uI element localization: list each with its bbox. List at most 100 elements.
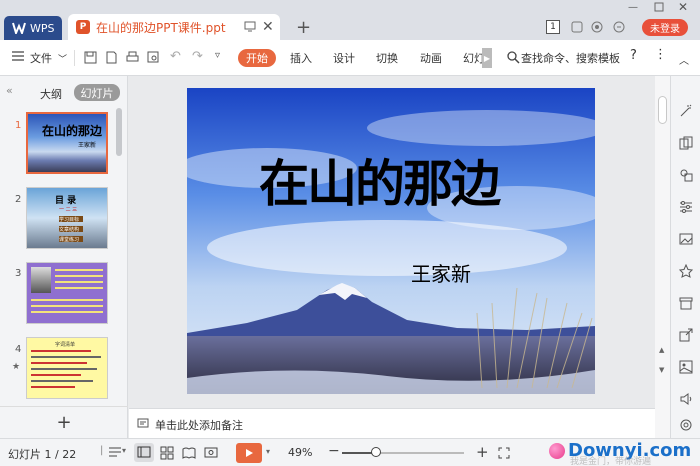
slide-thumbnail-2[interactable]: 目 录 一 二 三 学习目标 文章结构 课堂练习: [26, 187, 108, 249]
minimize-window-icon[interactable]: —: [628, 2, 638, 13]
zoom-out-button[interactable]: −: [328, 443, 340, 459]
thumbnail-scrollbar[interactable]: [116, 108, 122, 156]
save-icon[interactable]: [84, 51, 97, 64]
slide-sorter-icon[interactable]: [160, 446, 174, 460]
picture-icon[interactable]: [679, 232, 693, 246]
notes-icon: [137, 418, 149, 433]
collapse-panel-icon[interactable]: «: [6, 84, 13, 97]
customize-toolbar-icon[interactable]: ▿: [215, 50, 220, 61]
thumb-item: 文章结构: [59, 226, 83, 233]
thumb-item: 课堂练习: [59, 236, 83, 243]
menu-icon[interactable]: [12, 51, 24, 61]
status-bar: 幻灯片 1 / 22 | ▾ ▾ 49% − + Downyi.com 我是金门…: [0, 438, 700, 466]
slide-editor[interactable]: 在山的那边 王家新: [187, 88, 595, 394]
slide-number: 3: [15, 268, 22, 279]
thumb-text-line: [55, 281, 103, 283]
tab-outline[interactable]: 大纲: [40, 86, 62, 102]
tab-animation[interactable]: 动画: [420, 50, 442, 66]
notes-pane[interactable]: 单击此处添加备注: [129, 408, 655, 438]
magic-wand-icon[interactable]: [679, 104, 693, 118]
mountain-background-image: [187, 88, 595, 394]
close-tab-icon[interactable]: ✕: [262, 19, 274, 35]
redo-icon[interactable]: ↷: [192, 49, 203, 64]
normal-view-icon: [137, 446, 151, 458]
scroll-down-icon[interactable]: ▼: [659, 366, 664, 374]
more-options-icon[interactable]: ⋮: [654, 47, 667, 62]
ribbon-scroll-right-icon[interactable]: ▶: [482, 48, 492, 68]
title-bar: WPS P 在山的那边PPT课件.ppt ✕ + 1 — ✕ 未登录: [0, 0, 700, 40]
animation-star-icon: ★: [12, 362, 21, 372]
zoom-slider-thumb[interactable]: [371, 447, 381, 457]
play-slideshow-button[interactable]: [236, 443, 262, 463]
star-icon[interactable]: [679, 264, 693, 278]
presenter-view-icon[interactable]: [204, 446, 218, 460]
portrait-image: [31, 267, 51, 293]
scrollbar-thumb[interactable]: [658, 96, 667, 124]
search-icon[interactable]: [507, 51, 520, 64]
tab-slides[interactable]: 幻灯片: [74, 84, 120, 101]
document-tab[interactable]: P 在山的那边PPT课件.ppt ✕: [68, 14, 280, 40]
undo-icon[interactable]: ↶: [170, 49, 181, 64]
shapes-icon[interactable]: [679, 168, 693, 182]
collapse-ribbon-icon[interactable]: ︿: [679, 52, 689, 67]
tab-insert[interactable]: 插入: [290, 50, 312, 66]
share-icon[interactable]: [612, 20, 626, 34]
share-export-icon[interactable]: [679, 328, 693, 342]
maximize-window-icon[interactable]: [654, 2, 664, 12]
new-tab-icon[interactable]: +: [296, 17, 311, 38]
copy-style-icon[interactable]: [679, 136, 693, 150]
slide-thumbnail-4[interactable]: 字词清单: [26, 337, 108, 399]
thumb-text-line: [31, 299, 103, 301]
wps-home-tab[interactable]: WPS: [4, 16, 62, 40]
thumb-title: 目 录: [55, 196, 77, 206]
watermark-sub: 我是金门，带你游遍: [570, 457, 652, 466]
zoom-level[interactable]: 49%: [288, 446, 312, 459]
properties-icon[interactable]: [679, 200, 693, 214]
fit-to-window-icon[interactable]: [498, 447, 510, 459]
watermark-logo-icon: [549, 443, 565, 459]
reading-view-icon[interactable]: [182, 446, 196, 460]
close-window-icon[interactable]: ✕: [678, 0, 688, 14]
slide-thumbnail-panel: « 大纲 幻灯片 1 在山的那边 王家新 2 目 录 一 二 三 学习目标 文章…: [0, 76, 128, 438]
add-slide-button[interactable]: +: [0, 406, 128, 438]
settings-icon[interactable]: [679, 418, 693, 432]
export-pdf-icon[interactable]: [105, 51, 118, 64]
file-menu[interactable]: 文件: [30, 50, 52, 66]
notes-placeholder[interactable]: 单击此处添加备注: [155, 417, 243, 433]
right-task-pane-bar: [670, 76, 700, 438]
slide-counter: 幻灯片 1 / 22: [8, 448, 77, 461]
speaker-icon[interactable]: [679, 392, 693, 406]
collaboration-icon[interactable]: [590, 20, 604, 34]
thumb-title: 字词清单: [55, 342, 76, 348]
print-preview-icon[interactable]: [147, 51, 160, 64]
window-count-badge[interactable]: 1: [546, 20, 560, 34]
login-button[interactable]: 未登录: [642, 19, 688, 36]
command-search[interactable]: 查找命令、搜索模板: [521, 50, 620, 66]
canvas-vertical-scrollbar[interactable]: ▲ ▼: [655, 76, 670, 438]
thumb-author: 王家新: [78, 142, 97, 149]
slide-author[interactable]: 王家新: [411, 258, 471, 287]
slide-thumbnail-1[interactable]: 在山的那边 王家新: [26, 112, 108, 174]
print-icon[interactable]: [126, 51, 139, 64]
tab-transition[interactable]: 切换: [376, 50, 398, 66]
slide-thumbnail-3[interactable]: [26, 262, 108, 324]
tab-home[interactable]: 开始: [238, 49, 276, 67]
slide-title[interactable]: 在山的那边: [259, 144, 501, 216]
notes-toggle-chevron-icon[interactable]: ▾: [122, 446, 126, 455]
file-menu-chevron-icon[interactable]: ﹀: [58, 52, 67, 65]
thumb-text-line: [55, 275, 103, 277]
window-mode-icon[interactable]: [244, 20, 256, 32]
tab-design[interactable]: 设计: [333, 50, 355, 66]
thumb-text-line: [55, 269, 103, 271]
archive-icon[interactable]: [679, 296, 693, 310]
notes-toggle-icon[interactable]: [108, 446, 122, 458]
zoom-in-button[interactable]: +: [476, 443, 489, 461]
help-icon[interactable]: ?: [630, 48, 637, 63]
skin-icon[interactable]: [570, 20, 584, 34]
scroll-up-icon[interactable]: ▲: [659, 346, 664, 354]
normal-view-button[interactable]: [134, 443, 154, 462]
image-icon[interactable]: [679, 360, 693, 374]
slideshow-options-chevron-icon[interactable]: ▾: [266, 447, 270, 456]
wps-logo-icon: [12, 22, 26, 34]
thumb-text-line: [31, 386, 75, 388]
